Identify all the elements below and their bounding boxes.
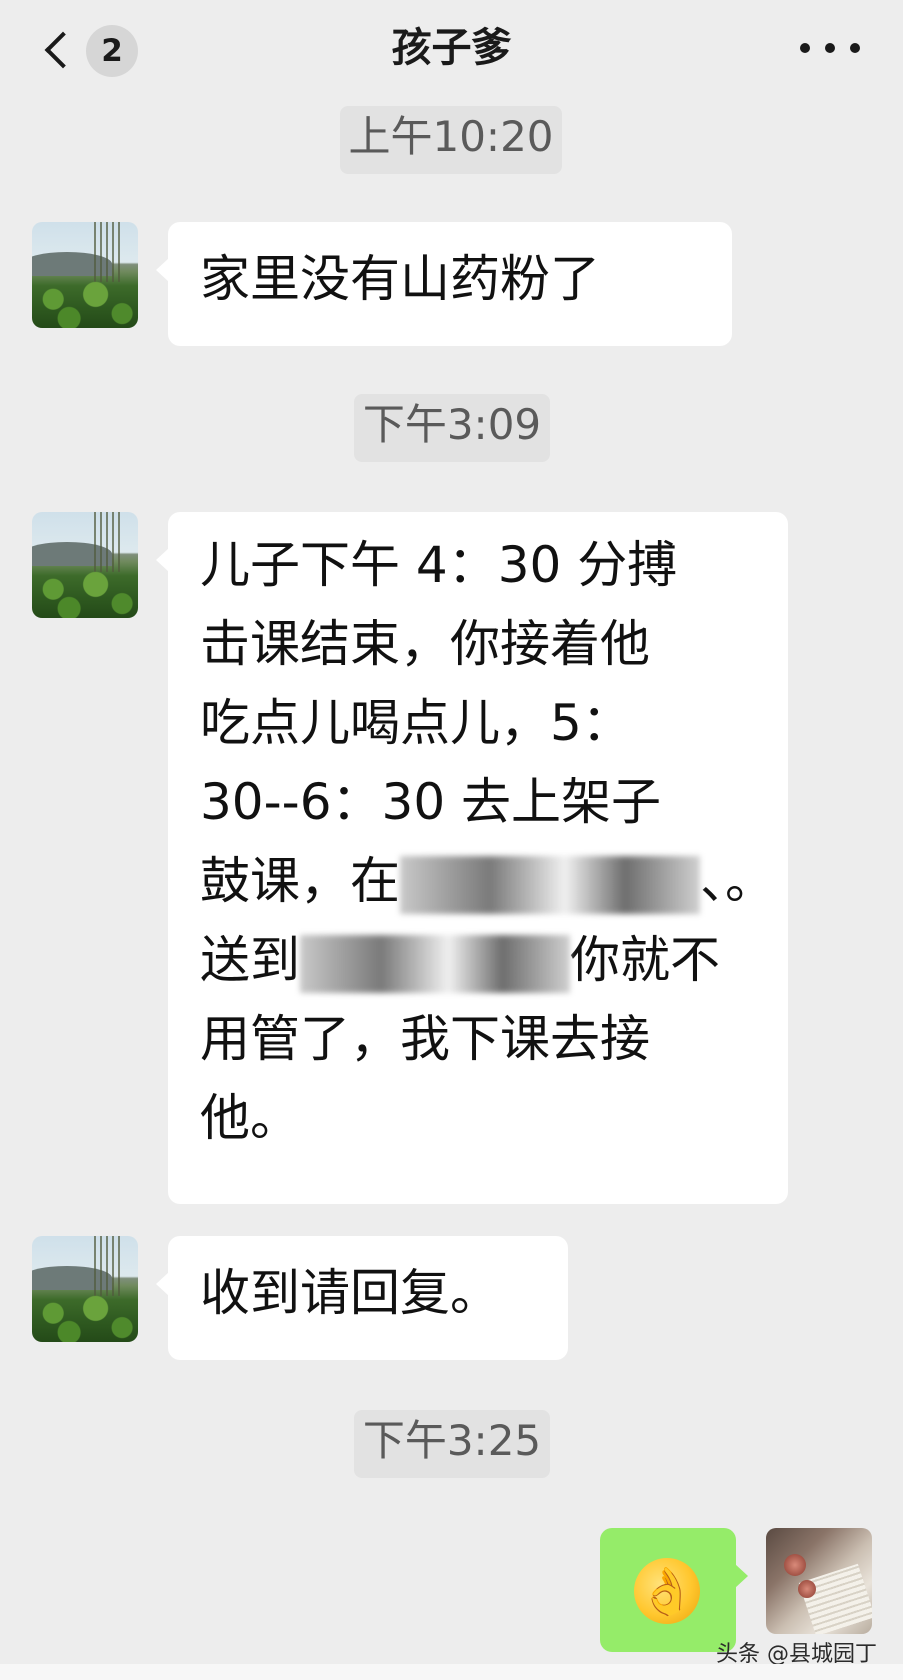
chat-title: 孩子爹 <box>391 25 512 71</box>
message-text-line: 鼓课，在 、。 <box>200 842 775 921</box>
message-text-fragment: 鼓课，在 <box>200 852 400 910</box>
message-timestamp: 下午3:09 <box>354 394 550 462</box>
message-text-line: 他。 <box>200 1089 300 1147</box>
incoming-message-bubble[interactable]: 收到请回复。 <box>156 1236 568 1360</box>
more-options-button[interactable] <box>800 36 860 60</box>
contact-avatar[interactable] <box>32 222 138 328</box>
message-text-line: 送到 你就不 <box>200 921 762 1000</box>
more-dot-icon <box>850 43 860 53</box>
more-dot-icon <box>800 43 810 53</box>
message-text-fragment: 、。 <box>700 852 775 910</box>
incoming-message-bubble[interactable]: 儿子下午 4：30 分搏 击课结束，你接着他 吃点儿喝点儿，5： 30--6：3… <box>156 512 788 1204</box>
message-text: 家里没有山药粉了 <box>200 250 600 308</box>
incoming-message-bubble[interactable]: 家里没有山药粉了 <box>156 222 732 346</box>
chat-header: 2 孩子爹 <box>0 0 903 108</box>
contact-avatar[interactable] <box>32 1236 138 1342</box>
message-timestamp: 上午10:20 <box>340 106 562 174</box>
my-avatar[interactable] <box>766 1528 872 1634</box>
message-text-fragment: 送到 <box>200 931 300 989</box>
outgoing-message-bubble[interactable]: 👌 <box>600 1528 748 1652</box>
redacted-text <box>300 934 570 993</box>
message-text-line: 儿子下午 4：30 分搏 <box>200 536 678 594</box>
message-text-line: 30--6：30 去上架子 <box>200 773 662 831</box>
more-dot-icon <box>825 43 835 53</box>
ok-hand-emoji: 👌 <box>634 1558 700 1624</box>
message-text-line: 吃点儿喝点儿，5： <box>200 694 632 752</box>
message-text-line: 击课结束，你接着他 <box>200 615 650 673</box>
message-text: 收到请回复。 <box>200 1264 500 1322</box>
message-timestamp: 下午3:25 <box>354 1410 550 1478</box>
message-text-line: 用管了，我下课去接 <box>200 1010 650 1068</box>
message-text-fragment: 你就不 <box>570 931 720 989</box>
bottom-edge <box>0 1664 903 1680</box>
contact-avatar[interactable] <box>32 512 138 618</box>
redacted-text <box>400 855 700 914</box>
